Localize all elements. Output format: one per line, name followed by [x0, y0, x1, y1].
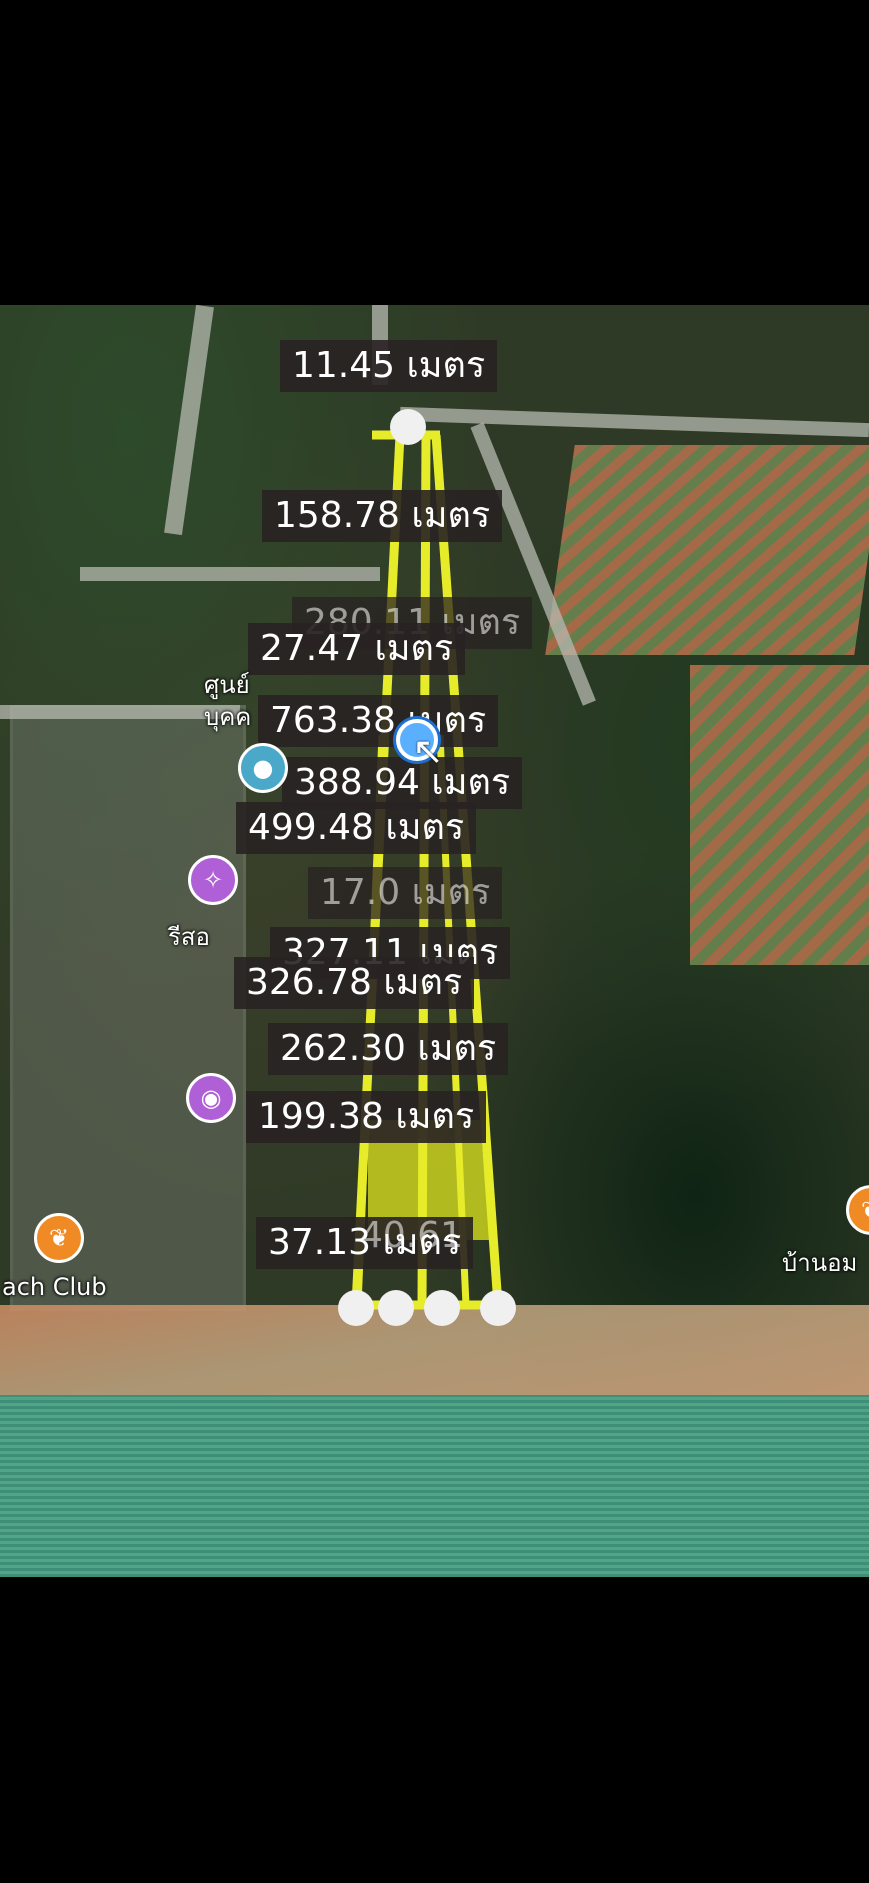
plot-vertex-handle [480, 1290, 516, 1326]
satellite-map[interactable]: 11.45 เมตร 158.78 เมตร 280.11 เมตร 27.47… [0, 305, 869, 1577]
distance-label: 262.30 เมตร [268, 1023, 509, 1075]
distance-label: 326.78 เมตร [234, 957, 475, 1009]
distance-label: 40.61 [360, 1215, 464, 1256]
poi-label-village[interactable]: บ้านอม [782, 1243, 857, 1282]
distance-label: 158.78 เมตร [262, 490, 503, 542]
poi-label-resort[interactable]: รีสอ [168, 917, 210, 956]
distance-label: 499.48 เมตร [236, 802, 477, 854]
distance-label: 763.38 เมตร [258, 695, 499, 747]
plot-vertex-handle [338, 1290, 374, 1326]
restaurant-icon[interactable]: ❦ [34, 1213, 84, 1263]
photo-spot-icon[interactable]: ✧ [188, 855, 238, 905]
plot-vertex-handle [378, 1290, 414, 1326]
location-pin-icon[interactable]: ● [238, 743, 288, 793]
top-black-band [0, 0, 869, 305]
cursor-arrow-icon: ↖ [412, 729, 444, 773]
distance-label: 199.38 เมตร [246, 1091, 487, 1143]
poi-label-center[interactable]: บุคค [204, 697, 251, 736]
bottom-black-band [0, 1577, 869, 1883]
distance-label: 27.47 เมตร [248, 623, 466, 675]
plot-vertex-handle [390, 409, 426, 445]
distance-label: 17.0 เมตร [308, 867, 503, 919]
plot-vertex-handle [424, 1290, 460, 1326]
distance-label: 11.45 เมตร [280, 340, 498, 392]
photo-spot-icon[interactable]: ◉ [186, 1073, 236, 1123]
poi-label-beach-club[interactable]: ach Club [2, 1273, 107, 1301]
